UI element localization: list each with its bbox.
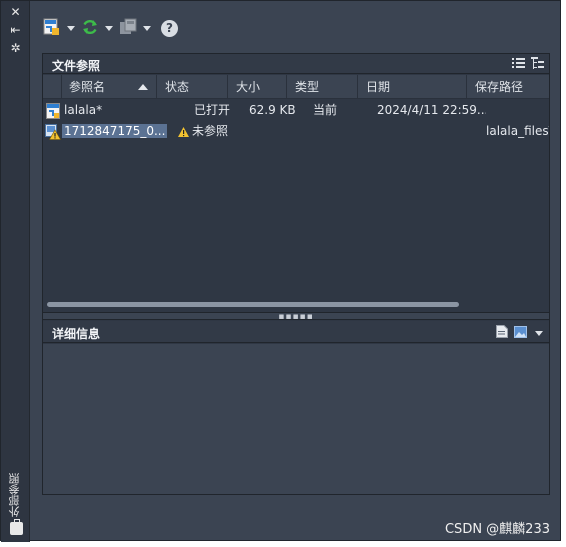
ref-name[interactable]: 1712847175_0...	[62, 124, 168, 138]
column-header-row: 参照名 状态 大小 类型 日期 保存路径	[43, 75, 549, 99]
ref-type	[306, 121, 377, 142]
sort-ascending-icon	[138, 84, 148, 90]
close-icon[interactable]: ✕	[8, 6, 23, 19]
autohide-icon[interactable]: ⇤	[8, 24, 23, 37]
column-header-type[interactable]: 类型	[287, 75, 358, 99]
ref-path: lalala_files\171	[486, 124, 549, 138]
tree-view-icon[interactable]	[531, 57, 544, 73]
ref-status: 未参照	[192, 124, 229, 138]
attach-dwg-button[interactable]	[43, 17, 75, 39]
palette-main: ? 文件参照 参照名 状态 大小 类型 日期 保存路径 lalala* 已打开 …	[31, 1, 560, 540]
column-header-size[interactable]: 大小	[228, 75, 287, 99]
view-toggle-group	[512, 57, 544, 73]
column-label-name: 参照名	[69, 80, 106, 94]
table-row[interactable]: lalala* 已打开 62.9 KB 当前 2024/4/11 22:59..…	[43, 100, 549, 121]
ref-status: 已打开	[194, 103, 231, 117]
ref-size	[235, 121, 306, 142]
column-header-path[interactable]: 保存路径	[467, 75, 549, 99]
panel-splitter[interactable]: ▪▪▪▪▪	[43, 312, 549, 322]
column-header-date[interactable]: 日期	[358, 75, 467, 99]
column-header-icon	[43, 75, 62, 99]
file-references-title: 文件参照	[52, 59, 101, 73]
change-path-icon	[119, 18, 137, 39]
refresh-button[interactable]	[81, 17, 113, 39]
ref-size: 62.9 KB	[249, 103, 296, 117]
refresh-dropdown-arrow[interactable]	[105, 25, 113, 31]
toolbar: ?	[43, 17, 178, 39]
ref-date	[377, 121, 486, 142]
attach-dwg-icon	[43, 18, 61, 39]
details-view-icon[interactable]	[496, 325, 508, 341]
reference-list: lalala* 已打开 62.9 KB 当前 2024/4/11 22:59..…	[43, 100, 549, 300]
column-header-name[interactable]: 参照名	[62, 75, 157, 99]
palette-title: 外部参照	[8, 473, 21, 517]
file-references-panel: 文件参照 参照名 状态 大小 类型 日期 保存路径 lalala* 已打开 62…	[42, 53, 550, 495]
unreferenced-image-icon	[43, 123, 62, 140]
external-references-palette: ✕ ⇤ ✲ 外部参照 ? 文件参照 参照名 状态 大小 类型 日期 保存路径 l…	[0, 0, 561, 542]
ref-path	[486, 100, 549, 121]
change-path-dropdown-arrow[interactable]	[143, 25, 151, 31]
attach-dropdown-arrow[interactable]	[67, 25, 75, 31]
ref-date: 2024/4/11 22:59...	[377, 103, 486, 117]
grip-icon: ▪▪▪▪▪	[278, 312, 314, 322]
details-dropdown-arrow[interactable]	[535, 330, 543, 336]
list-view-icon[interactable]	[512, 57, 525, 73]
horizontal-scrollbar[interactable]	[47, 302, 459, 307]
palette-menu-icon[interactable]	[10, 519, 23, 535]
ref-type: 当前	[313, 103, 338, 117]
ref-name: lalala*	[64, 103, 103, 117]
column-header-status[interactable]: 状态	[157, 75, 228, 99]
help-icon[interactable]: ?	[161, 19, 178, 37]
watermark-text: CSDN @麒麟233	[444, 522, 550, 537]
properties-icon[interactable]: ✲	[8, 42, 23, 55]
palette-title-strip: ✕ ⇤ ✲ 外部参照	[1, 1, 30, 542]
refresh-icon	[81, 18, 99, 39]
ref-name-cell: 1712847175_0...	[62, 121, 176, 142]
ref-status-cell: 未参照	[176, 121, 235, 142]
change-path-button[interactable]	[119, 17, 151, 39]
details-toggle-group	[496, 325, 543, 341]
preview-icon[interactable]	[514, 325, 527, 341]
table-row[interactable]: 1712847175_0... 未参照 lalala_files\171	[43, 121, 549, 142]
details-title: 详细信息	[52, 327, 101, 341]
warning-icon	[178, 126, 189, 137]
details-content	[43, 344, 549, 494]
file-references-header: 文件参照	[43, 54, 549, 74]
details-header: 详细信息	[43, 321, 549, 343]
dwg-file-icon	[43, 102, 62, 119]
